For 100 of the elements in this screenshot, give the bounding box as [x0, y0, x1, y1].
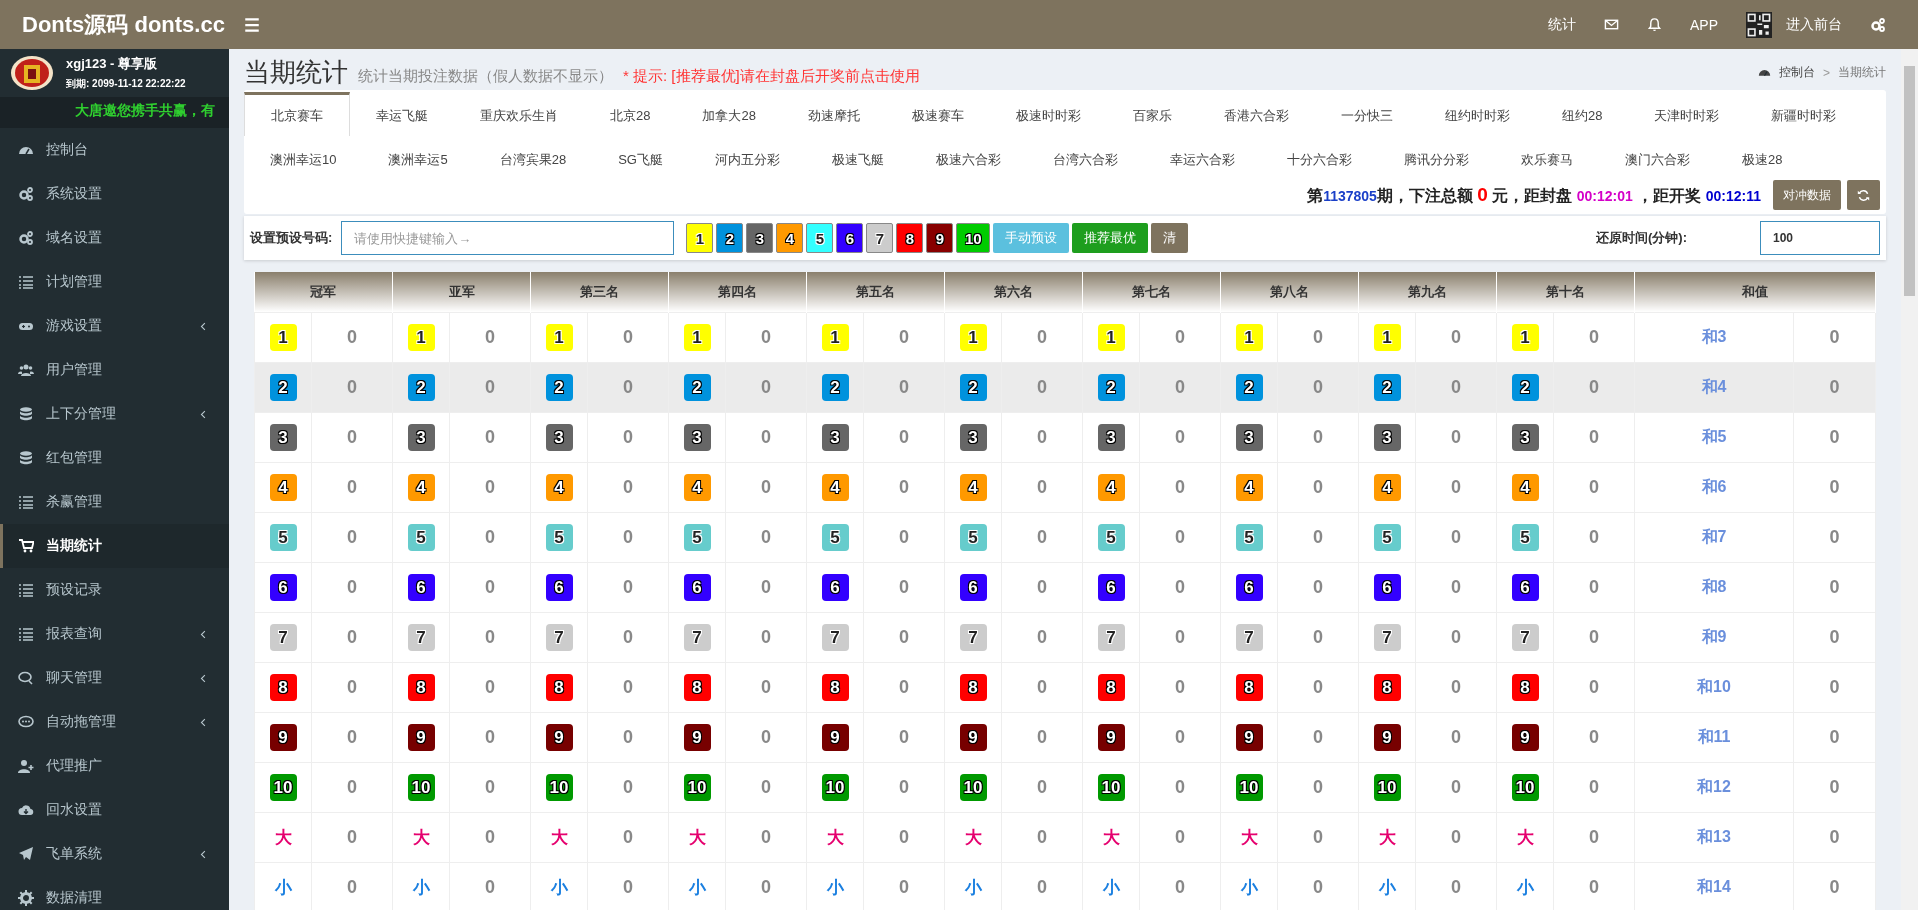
game-tab[interactable]: 一分快三 [1314, 92, 1419, 136]
game-tab[interactable]: 澳门六合彩 [1598, 136, 1716, 180]
refresh-button[interactable] [1847, 180, 1880, 210]
game-tab[interactable]: 河内五分彩 [688, 136, 806, 180]
menu-item-icon [18, 890, 34, 906]
count-cell: 0 [1139, 712, 1221, 763]
frontend-link[interactable]: 进入前台 [1786, 15, 1842, 34]
bell-icon[interactable] [1647, 17, 1662, 32]
size-label: 大 [964, 828, 982, 847]
game-tab[interactable]: 幸运六合彩 [1143, 136, 1261, 180]
number-button[interactable]: 1 [686, 223, 714, 253]
sidebar-item[interactable]: 当期统计 [0, 524, 229, 568]
game-tab[interactable]: 纽约时时彩 [1418, 92, 1536, 136]
game-tab[interactable]: 北京28 [584, 92, 677, 136]
sidebar-item[interactable]: 系统设置 [0, 172, 229, 216]
menu-icon[interactable] [243, 15, 261, 34]
column-header: 第九名 [1358, 272, 1497, 313]
game-tab[interactable]: SG飞艇 [592, 136, 689, 180]
game-tab[interactable]: 天津时时彩 [1628, 92, 1746, 136]
count-cell: 0 [587, 362, 669, 413]
sidebar-item[interactable]: 上下分管理 [0, 392, 229, 436]
clear-button[interactable]: 清 [1151, 223, 1189, 253]
count-cell: 0 [863, 512, 945, 563]
game-tab[interactable]: 加拿大28 [676, 92, 782, 136]
number-button[interactable]: 9 [926, 223, 954, 253]
breadcrumb-link[interactable]: 控制台 [1779, 64, 1815, 81]
game-tab[interactable]: 欢乐赛马 [1494, 136, 1599, 180]
count-cell: 0 [1001, 312, 1083, 363]
page-subtitle: 统计当期投注数据（假人数据不显示） [358, 67, 613, 86]
count-cell: 0 [1415, 462, 1497, 513]
game-tab[interactable]: 极速28 [1715, 136, 1809, 180]
game-tab[interactable]: 劲速摩托 [781, 92, 886, 136]
game-tab[interactable]: 十分六合彩 [1260, 136, 1378, 180]
sidebar-item[interactable]: 控制台 [0, 128, 229, 172]
size-label: 小 [826, 878, 844, 897]
game-tab[interactable]: 极速赛车 [885, 92, 990, 136]
preset-input[interactable]: 请使用快捷键输入→ [341, 221, 675, 255]
sidebar-item[interactable]: 数据清理 [0, 876, 229, 910]
sidebar-item[interactable]: 杀赢管理 [0, 480, 229, 524]
count-cell: 0 [1277, 412, 1359, 463]
sidebar-item[interactable]: 回水设置 [0, 788, 229, 832]
sidebar-item[interactable]: 红包管理 [0, 436, 229, 480]
game-tab[interactable]: 极速六合彩 [909, 136, 1027, 180]
count-cell: 0 [311, 812, 393, 863]
scrollbar-thumb[interactable] [1904, 66, 1915, 296]
number-button[interactable]: 7 [866, 223, 894, 253]
count-cell: 0 [1001, 712, 1083, 763]
sidebar-item[interactable]: 报表查询 [0, 612, 229, 656]
game-tab[interactable]: 澳洲幸运10 [244, 136, 363, 180]
game-tab[interactable]: 香港六合彩 [1197, 92, 1315, 136]
count-cell: 0 [1277, 712, 1359, 763]
sidebar-item[interactable]: 预设记录 [0, 568, 229, 612]
size-label: 小 [1516, 878, 1534, 897]
count-cell: 0 [1793, 512, 1876, 563]
count-cell: 0 [1139, 562, 1221, 613]
sidebar-item[interactable]: 飞单系统 [0, 832, 229, 876]
game-tab[interactable]: 澳洲幸运5 [362, 136, 474, 180]
number-button[interactable]: 5 [806, 223, 834, 253]
sidebar-item[interactable]: 用户管理 [0, 348, 229, 392]
stats-link[interactable]: 统计 [1548, 15, 1576, 34]
sidebar-item[interactable]: 计划管理 [0, 260, 229, 304]
sum-label: 和3 [1634, 312, 1794, 363]
sidebar-item[interactable]: 域名设置 [0, 216, 229, 260]
count-cell: 0 [1001, 412, 1083, 463]
hedge-data-button[interactable]: 对冲数据 [1773, 180, 1841, 210]
count-cell: 0 [863, 462, 945, 513]
game-tab[interactable]: 台湾六合彩 [1026, 136, 1144, 180]
game-tab[interactable]: 幸运飞艇 [350, 92, 454, 136]
sidebar-item[interactable]: 聊天管理 [0, 656, 229, 700]
settings-icon[interactable] [1870, 16, 1886, 33]
game-tab[interactable]: 北京赛车 [244, 92, 350, 136]
column-header: 第十名 [1496, 272, 1635, 313]
game-tab[interactable]: 极速飞艇 [805, 136, 910, 180]
game-tab[interactable]: 台湾宾果28 [473, 136, 593, 180]
game-tab[interactable]: 重庆欢乐生肖 [454, 92, 584, 136]
game-tab[interactable]: 新疆时时彩 [1745, 92, 1863, 136]
column-header: 第三名 [530, 272, 669, 313]
sum-label: 和10 [1634, 662, 1794, 713]
menu-item-icon [18, 494, 34, 510]
number-button[interactable]: 8 [896, 223, 924, 253]
count-cell: 0 [1793, 612, 1876, 663]
number-button[interactable]: 6 [836, 223, 864, 253]
count-cell: 0 [1277, 762, 1359, 813]
count-cell: 0 [587, 662, 669, 713]
sidebar-item[interactable]: 游戏设置 [0, 304, 229, 348]
count-cell: 0 [587, 412, 669, 463]
count-cell: 0 [1793, 462, 1876, 513]
game-tab[interactable]: 腾讯分分彩 [1377, 136, 1495, 180]
number-button[interactable]: 3 [746, 223, 774, 253]
game-tab[interactable]: 极速时时彩 [989, 92, 1107, 136]
restore-time-input[interactable]: 100 [1760, 221, 1880, 255]
game-tab[interactable]: 纽约28 [1535, 92, 1629, 136]
sidebar-item[interactable]: 代理推广 [0, 744, 229, 788]
app-link[interactable]: APP [1690, 16, 1718, 33]
recommend-button[interactable]: 推荐最优 [1072, 223, 1149, 253]
brand-logo[interactable]: Donts源码 donts.cc [0, 9, 229, 40]
sidebar-item[interactable]: 自动拖管理 [0, 700, 229, 744]
game-tab[interactable]: 百家乐 [1106, 92, 1198, 136]
mail-icon[interactable] [1604, 17, 1619, 32]
sum-label: 和8 [1634, 562, 1794, 613]
